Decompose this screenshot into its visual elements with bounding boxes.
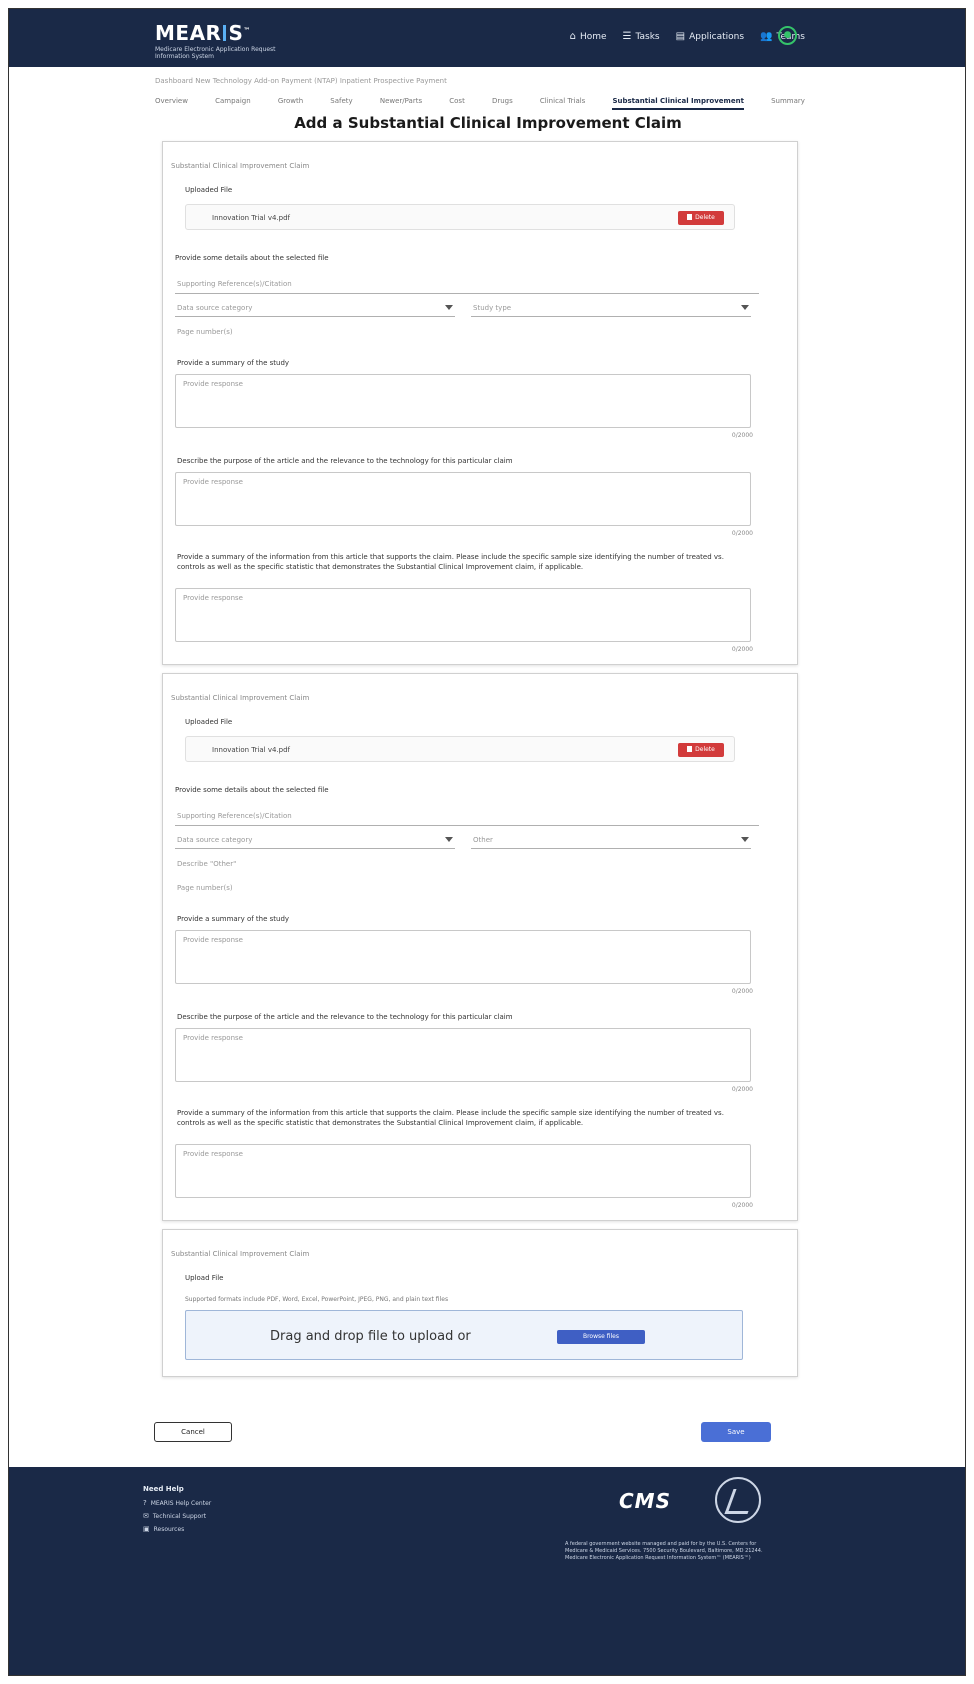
delete-file-button[interactable]: Delete xyxy=(678,211,724,225)
sci-claim-card-1: Substantial Clinical Improvement Claim U… xyxy=(162,141,798,665)
supporting-reference-input[interactable]: Supporting Reference(s)/Citation xyxy=(175,808,759,826)
tab-overview[interactable]: Overview xyxy=(155,97,188,110)
footer-note: A federal government website managed and… xyxy=(565,1541,763,1561)
sci-claim-card-2: Substantial Clinical Improvement Claim U… xyxy=(162,673,798,1221)
footer-link-technical-support[interactable]: ✉ Technical Support xyxy=(143,1512,211,1520)
chevron-down-icon xyxy=(445,305,453,310)
delete-file-button[interactable]: Delete xyxy=(678,743,724,757)
question-article-purpose: Describe the purpose of the article and … xyxy=(177,457,513,465)
supporting-info-textarea[interactable]: Provide response xyxy=(175,1144,751,1198)
footer-title: Need Help xyxy=(143,1485,184,1493)
question-supporting-info: Provide a summary of the information fro… xyxy=(177,553,724,571)
tab-substantial-clinical-improvement[interactable]: Substantial Clinical Improvement xyxy=(612,97,744,110)
study-type-select[interactable]: Other xyxy=(471,831,751,849)
accepted-file-types: Supported formats include PDF, Word, Exc… xyxy=(185,1296,449,1303)
user-account-icon[interactable]: ● xyxy=(778,26,797,45)
footer-link-resources[interactable]: ▣ Resources xyxy=(143,1525,211,1533)
character-counter: 0/2000 xyxy=(731,1202,753,1209)
tasks-icon: ☰ xyxy=(622,31,632,42)
page-footer: Need Help ? MEARIS Help Center ✉ Technical… xyxy=(9,1467,965,1675)
save-button[interactable]: Save xyxy=(701,1422,771,1442)
data-source-category-select[interactable]: Data source category xyxy=(175,831,455,849)
page-numbers-input[interactable]: Page number(s) xyxy=(177,884,233,892)
cancel-button[interactable]: Cancel xyxy=(154,1422,232,1442)
uploaded-file-row: Innovation Trial v4.pdf Delete xyxy=(185,204,735,230)
teams-icon: 👥 xyxy=(760,31,773,42)
uploaded-file-label: Uploaded File xyxy=(185,718,233,726)
page-numbers-input[interactable]: Page number(s) xyxy=(177,328,233,336)
question-article-purpose: Describe the purpose of the article and … xyxy=(177,1013,513,1021)
nav-home[interactable]: ⌂ Home xyxy=(570,31,607,42)
question-study-summary: Provide a summary of the study xyxy=(177,915,290,923)
supporting-reference-input[interactable]: Supporting Reference(s)/Citation xyxy=(175,276,759,294)
mearis-logo[interactable]: MEAR S™ Medicare Electronic Application R… xyxy=(155,21,285,60)
support-icon: ✉ xyxy=(143,1512,149,1520)
details-prompt: Provide some details about the selected … xyxy=(175,254,329,262)
supporting-info-textarea[interactable]: Provide response xyxy=(175,588,751,642)
uploaded-file-row: Innovation Trial v4.pdf Delete xyxy=(185,736,735,762)
question-supporting-info: Provide a summary of the information fro… xyxy=(177,1109,724,1127)
application-tabs: Overview Campaign Growth Safety Newer/Pa… xyxy=(155,97,805,110)
sci-claim-card-3: Substantial Clinical Improvement Claim U… xyxy=(162,1229,798,1377)
nav-applications[interactable]: ▤ Applications xyxy=(676,31,744,42)
applications-icon: ▤ xyxy=(675,31,686,42)
nav-tasks[interactable]: ☰ Tasks xyxy=(623,31,660,42)
card-title: Substantial Clinical Improvement Claim xyxy=(171,162,310,170)
data-source-category-select[interactable]: Data source category xyxy=(175,299,455,317)
chevron-down-icon xyxy=(741,305,749,310)
resources-icon: ▣ xyxy=(143,1525,150,1533)
character-counter: 0/2000 xyxy=(731,530,753,537)
tab-growth[interactable]: Growth xyxy=(278,97,303,110)
study-type-select[interactable]: Study type xyxy=(471,299,751,317)
tab-newer-parts[interactable]: Newer/Parts xyxy=(380,97,422,110)
footer-link-help-center[interactable]: ? MEARIS Help Center xyxy=(143,1499,211,1507)
file-name[interactable]: Innovation Trial v4.pdf xyxy=(212,214,290,222)
page-frame: MEAR S™ Medicare Electronic Application R… xyxy=(8,8,966,1676)
study-summary-textarea[interactable]: Provide response xyxy=(175,374,751,428)
chevron-down-icon xyxy=(741,837,749,842)
character-counter: 0/2000 xyxy=(731,1086,753,1093)
tab-campaign[interactable]: Campaign xyxy=(215,97,251,110)
describe-other-input[interactable]: Describe "Other" xyxy=(177,860,236,868)
chevron-down-icon xyxy=(445,837,453,842)
card-title: Substantial Clinical Improvement Claim xyxy=(171,1250,310,1258)
help-icon: ? xyxy=(143,1499,147,1507)
tab-drugs[interactable]: Drugs xyxy=(492,97,513,110)
study-summary-textarea[interactable]: Provide response xyxy=(175,930,751,984)
card-title: Substantial Clinical Improvement Claim xyxy=(171,694,310,702)
cms-logo[interactable]: CMS xyxy=(619,1489,671,1513)
hhs-logo[interactable] xyxy=(715,1477,761,1523)
article-purpose-textarea[interactable]: Provide response xyxy=(175,1028,751,1082)
tab-summary[interactable]: Summary xyxy=(771,97,805,110)
character-counter: 0/2000 xyxy=(731,646,753,653)
article-purpose-textarea[interactable]: Provide response xyxy=(175,472,751,526)
footer-links: ? MEARIS Help Center ✉ Technical Support ▣… xyxy=(143,1499,211,1538)
browse-files-button[interactable]: Browse files xyxy=(557,1330,645,1344)
file-name[interactable]: Innovation Trial v4.pdf xyxy=(212,746,290,754)
top-navigation-bar: MEAR S™ Medicare Electronic Application R… xyxy=(9,9,965,67)
character-counter: 0/2000 xyxy=(731,988,753,995)
details-prompt: Provide some details about the selected … xyxy=(175,786,329,794)
page-title: Add a Substantial Clinical Improvement C… xyxy=(294,114,682,132)
trash-icon xyxy=(687,746,693,752)
main-nav: ⌂ Home ☰ Tasks ▤ Applications 👥 Teams xyxy=(570,31,805,42)
home-icon: ⌂ xyxy=(569,31,576,42)
tab-clinical-trials[interactable]: Clinical Trials xyxy=(540,97,585,110)
character-counter: 0/2000 xyxy=(731,432,753,439)
dropzone-text: Drag and drop file to upload or xyxy=(270,1329,471,1344)
trash-icon xyxy=(687,214,693,220)
uploaded-file-label: Uploaded File xyxy=(185,186,233,194)
tab-cost[interactable]: Cost xyxy=(449,97,465,110)
tab-safety[interactable]: Safety xyxy=(330,97,352,110)
logo-subtitle: Medicare Electronic Application Request … xyxy=(155,46,276,60)
question-study-summary: Provide a summary of the study xyxy=(177,359,290,367)
breadcrumb[interactable]: Dashboard New Technology Add-on Payment … xyxy=(155,77,447,85)
file-dropzone[interactable]: Drag and drop file to upload or Browse f… xyxy=(185,1310,743,1360)
upload-file-label: Upload File xyxy=(185,1274,224,1282)
